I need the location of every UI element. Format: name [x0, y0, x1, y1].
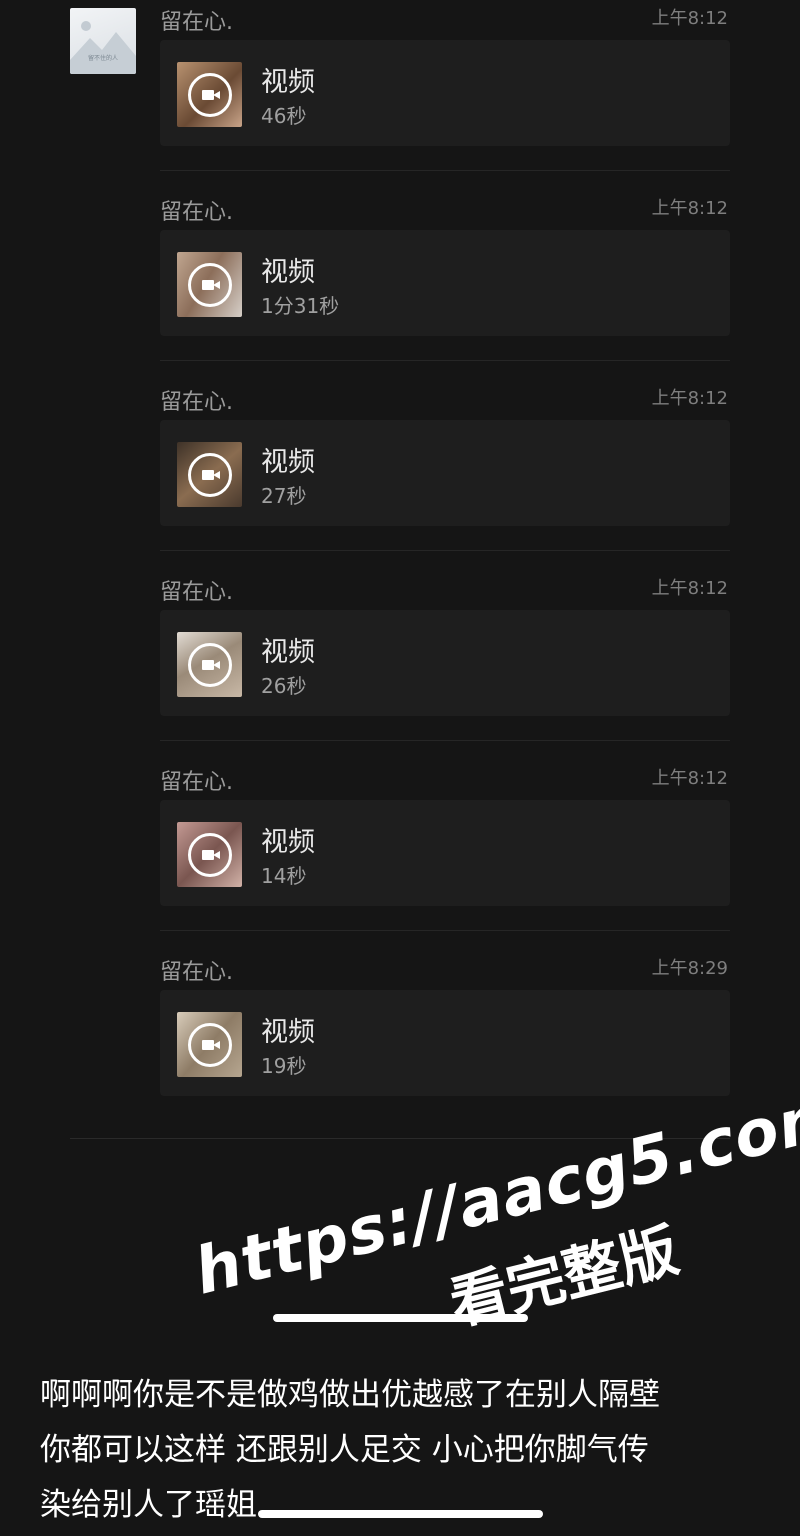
video-duration: 27秒 [261, 484, 307, 508]
sender-name: 留在心. [160, 390, 233, 415]
caption-line: 啊啊啊你是不是做鸡做出优越感了在别人隔壁 [40, 1377, 660, 1413]
message-time: 上午8:12 [651, 768, 728, 789]
video-label: 视频 [261, 447, 315, 478]
message-divider [160, 740, 730, 741]
sender-name: 留在心. [160, 960, 233, 985]
video-play-icon [188, 1023, 232, 1067]
message-time: 上午8:12 [651, 198, 728, 219]
message-time: 上午8:12 [651, 578, 728, 599]
message-divider [160, 170, 730, 171]
video-duration: 26秒 [261, 674, 307, 698]
camera-icon [202, 850, 220, 860]
video-duration: 1分31秒 [261, 294, 340, 318]
video-card[interactable]: 视频 19秒 [160, 990, 730, 1096]
video-duration: 19秒 [261, 1054, 307, 1078]
camera-icon [202, 90, 220, 100]
camera-icon [202, 470, 220, 480]
sender-avatar[interactable]: 留不住的人 [70, 8, 136, 74]
video-card[interactable]: 视频 27秒 [160, 420, 730, 526]
video-duration: 46秒 [261, 104, 307, 128]
camera-icon [202, 280, 220, 290]
home-indicator-bar [258, 1510, 543, 1518]
video-label: 视频 [261, 67, 315, 98]
video-message: 留在心. 上午8:12 视频 46秒 [160, 0, 730, 190]
message-time: 上午8:29 [651, 958, 728, 979]
message-divider [160, 360, 730, 361]
video-message: 留在心. 上午8:12 视频 27秒 [160, 380, 730, 570]
video-message: 留在心. 上午8:12 视频 1分31秒 [160, 190, 730, 380]
message-divider [160, 930, 730, 931]
video-thumbnail[interactable] [177, 1012, 242, 1077]
video-card[interactable]: 视频 1分31秒 [160, 230, 730, 336]
mountain-image-icon [70, 21, 136, 74]
video-card[interactable]: 视频 46秒 [160, 40, 730, 146]
video-label: 视频 [261, 637, 315, 668]
list-end-divider [70, 1138, 730, 1139]
video-play-icon [188, 453, 232, 497]
sender-name: 留在心. [160, 580, 233, 605]
camera-icon [202, 1040, 220, 1050]
video-label: 视频 [261, 827, 315, 858]
video-message: 留在心. 上午8:29 视频 19秒 [160, 950, 730, 1140]
video-play-icon [188, 833, 232, 877]
video-message: 留在心. 上午8:12 视频 14秒 [160, 760, 730, 950]
home-indicator-bar [273, 1314, 528, 1322]
caption-text: 啊啊啊你是不是做鸡做出优越感了在别人隔壁 你都可以这样 还跟别人足交 小心把你脚… [40, 1368, 760, 1533]
video-thumbnail[interactable] [177, 62, 242, 127]
video-thumbnail[interactable] [177, 442, 242, 507]
video-play-icon [188, 643, 232, 687]
caption-line: 染给别人了瑶姐 [40, 1487, 257, 1523]
camera-icon [202, 660, 220, 670]
avatar-caption: 留不住的人 [87, 55, 118, 62]
video-card[interactable]: 视频 14秒 [160, 800, 730, 906]
video-card[interactable]: 视频 26秒 [160, 610, 730, 716]
message-time: 上午8:12 [651, 8, 728, 29]
sender-name: 留在心. [160, 10, 233, 35]
video-play-icon [188, 263, 232, 307]
caption-line: 你都可以这样 还跟别人足交 小心把你脚气传 [40, 1432, 649, 1468]
video-label: 视频 [261, 1017, 315, 1048]
video-label: 视频 [261, 257, 315, 288]
video-play-icon [188, 73, 232, 117]
message-time: 上午8:12 [651, 388, 728, 409]
sender-name: 留在心. [160, 200, 233, 225]
sender-name: 留在心. [160, 770, 233, 795]
video-message: 留在心. 上午8:12 视频 26秒 [160, 570, 730, 760]
video-thumbnail[interactable] [177, 252, 242, 317]
video-thumbnail[interactable] [177, 632, 242, 697]
message-divider [160, 550, 730, 551]
video-duration: 14秒 [261, 864, 307, 888]
video-thumbnail[interactable] [177, 822, 242, 887]
